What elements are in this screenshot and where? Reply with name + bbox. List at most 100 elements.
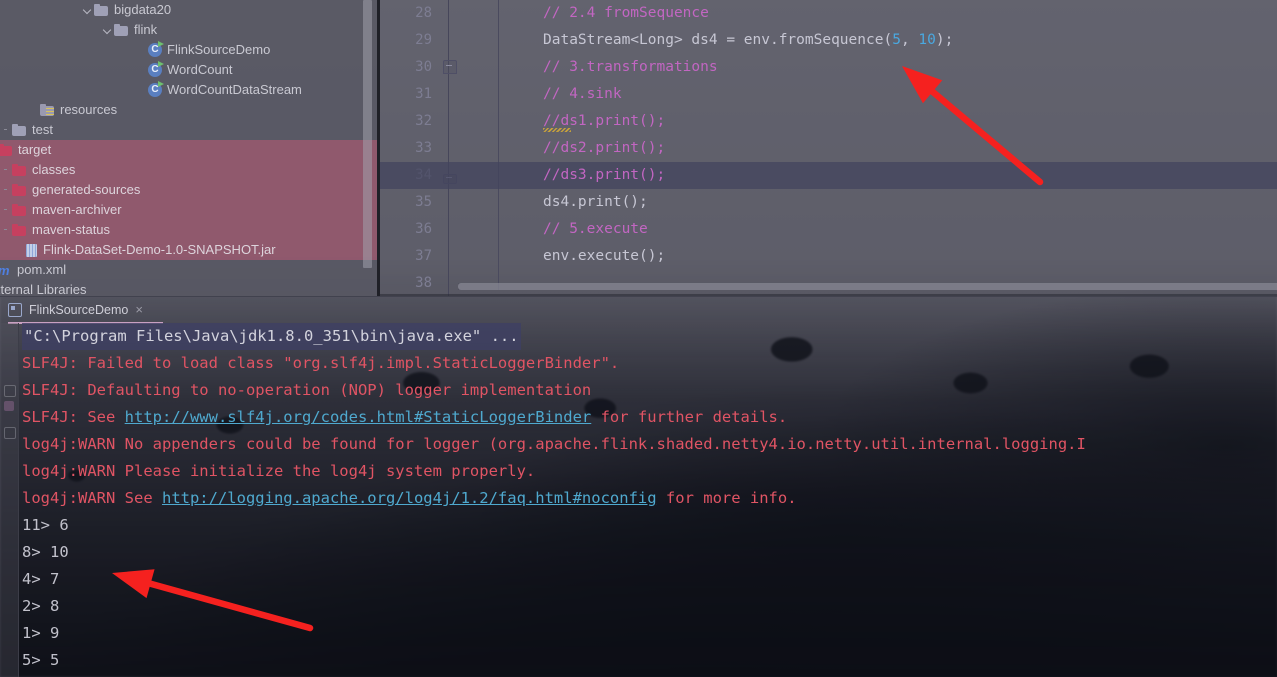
close-icon[interactable]: × — [135, 303, 143, 316]
console-error-text: log4j:WARN Please initialize the log4j s… — [22, 462, 536, 480]
code-token: 5 — [892, 32, 901, 48]
resources-folder-icon — [40, 103, 55, 117]
console-line: SLF4J: Defaulting to no-operation (NOP) … — [22, 377, 1277, 404]
code-line-28[interactable]: // 2.4 fromSequence — [380, 0, 1277, 27]
tree-item-flinksourcedemo[interactable]: C FlinkSourceDemo — [0, 40, 380, 60]
console-error-text: log4j:WARN No appenders could be found f… — [22, 435, 1086, 453]
java-class-icon: C — [148, 41, 164, 57]
tree-item-resources[interactable]: resources — [0, 100, 380, 120]
code-line-34[interactable]: //ds3.print(); — [380, 162, 1277, 189]
maven-icon: m — [0, 264, 11, 277]
console-line: "C:\Program Files\Java\jdk1.8.0_351\bin\… — [22, 323, 1277, 350]
tree-connector-icon — [0, 160, 12, 180]
tree-item-pom-xml[interactable]: m pom.xml — [0, 260, 380, 280]
code-line-33[interactable]: //ds2.print(); — [380, 135, 1277, 162]
code-token: , — [900, 32, 919, 48]
code-token: // 3.transformations — [543, 59, 718, 75]
console-side-toolbar[interactable] — [0, 323, 18, 677]
tree-connector-icon — [0, 220, 12, 240]
rerun-icon[interactable] — [4, 385, 16, 397]
console-line: 2> 8 — [22, 593, 1277, 620]
resources-marker — [46, 107, 54, 116]
console-hyperlink[interactable]: http://www.slf4j.org/codes.html#StaticLo… — [125, 408, 592, 426]
console-output-text: 1> 9 — [22, 624, 60, 642]
code-line-30[interactable]: // 3.transformations — [380, 54, 1277, 81]
folder-icon — [12, 203, 27, 217]
code-line-35[interactable]: ds4.print(); — [380, 189, 1277, 216]
project-tool-window[interactable]: bigdata20 flink C FlinkSourceDemo C WordCount… — [0, 0, 380, 296]
tree-item-wordcountdatastream[interactable]: C WordCountDataStream — [0, 80, 380, 100]
run-marker-icon — [158, 41, 164, 47]
code-text-area[interactable]: // 2.4 fromSequence DataStream<Long> ds4 … — [380, 0, 1277, 296]
code-line-31[interactable]: // 4.sink — [380, 81, 1277, 108]
tree-item-label: xternal Libraries — [0, 282, 87, 296]
tree-item-flink-dataset-demo-1-0-snapshot-jar[interactable]: Flink-DataSet-Demo-1.0-SNAPSHOT.jar — [0, 240, 380, 260]
tree-item-maven-archiver[interactable]: maven-archiver — [0, 200, 380, 220]
run-configuration-icon — [8, 303, 22, 317]
folder-icon — [12, 163, 27, 177]
run-marker-icon — [158, 61, 164, 67]
code-token: ds4.print(); — [543, 194, 648, 210]
console-hyperlink[interactable]: http://logging.apache.org/log4j/1.2/faq.… — [162, 489, 657, 507]
tree-item-test[interactable]: test — [0, 120, 380, 140]
tree-item-label: FlinkSourceDemo — [167, 42, 271, 57]
tree-item-classes[interactable]: classes — [0, 160, 380, 180]
folder-icon — [94, 3, 109, 17]
soft-wrap-icon[interactable] — [4, 427, 16, 439]
console-line: log4j:WARN No appenders could be found f… — [22, 431, 1277, 458]
tree-item-target[interactable]: target — [0, 140, 380, 160]
console-command-line: "C:\Program Files\Java\jdk1.8.0_351\bin\… — [22, 323, 521, 350]
console-error-text: for more info. — [656, 489, 797, 507]
code-token: env.execute(); — [543, 248, 666, 264]
console-line: SLF4J: See http://www.slf4j.org/codes.ht… — [22, 404, 1277, 431]
tree-item-label: pom.xml — [17, 262, 67, 277]
code-token: ); — [935, 32, 954, 48]
console-tab-flinksourcedemo[interactable]: FlinkSourceDemo × — [8, 299, 143, 321]
tree-item-maven-status[interactable]: maven-status — [0, 220, 380, 240]
console-output[interactable]: "C:\Program Files\Java\jdk1.8.0_351\bin\… — [22, 323, 1277, 677]
code-line-32[interactable]: //ds1.print(); — [380, 108, 1277, 135]
folder-icon — [12, 183, 27, 197]
tree-item-label: WordCount — [167, 62, 233, 77]
code-line-29[interactable]: DataStream<Long> ds4 = env.fromSequence(… — [380, 27, 1277, 54]
tree-editor-divider[interactable] — [377, 0, 380, 296]
project-tree-scrollbar-thumb[interactable] — [363, 0, 372, 268]
tree-item-label: maven-archiver — [32, 202, 122, 217]
code-line-36[interactable]: // 5.execute — [380, 216, 1277, 243]
project-tree-scrollbar-track[interactable] — [363, 0, 376, 296]
editor-hscrollbar-thumb[interactable] — [458, 283, 1277, 290]
console-line: log4j:WARN See http://logging.apache.org… — [22, 485, 1277, 512]
tree-item-label: resources — [60, 102, 118, 117]
console-tab-bar[interactable]: FlinkSourceDemo × — [0, 297, 1277, 324]
console-error-text: SLF4J: Failed to load class "org.slf4j.i… — [22, 354, 620, 372]
console-tab-label: FlinkSourceDemo — [29, 303, 129, 317]
tree-item-label: Flink-DataSet-Demo-1.0-SNAPSHOT.jar — [43, 242, 276, 257]
console-output-text: 2> 8 — [22, 597, 60, 615]
console-error-text: SLF4J: See — [22, 408, 125, 426]
tree-item-xternal-libraries[interactable]: xternal Libraries — [0, 280, 380, 296]
console-output-text: 11> 6 — [22, 516, 69, 534]
console-error-text: SLF4J: Defaulting to no-operation (NOP) … — [22, 381, 592, 399]
tree-connector-icon — [0, 200, 12, 220]
stop-icon[interactable] — [4, 401, 14, 411]
console-line: log4j:WARN Please initialize the log4j s… — [22, 458, 1277, 485]
folder-icon — [0, 143, 13, 157]
tree-item-wordcount[interactable]: C WordCount — [0, 60, 380, 80]
chevron-down-icon[interactable] — [82, 0, 94, 20]
console-output-text: 5> 5 — [22, 651, 60, 669]
code-line-37[interactable]: env.execute(); — [380, 243, 1277, 270]
console-line: 1> 9 — [22, 620, 1277, 647]
tree-item-generated-sources[interactable]: generated-sources — [0, 180, 380, 200]
code-editor-pane[interactable]: 2829303132333435363738 // 2.4 fromSequen… — [380, 0, 1277, 296]
tree-item-label: generated-sources — [32, 182, 141, 197]
console-error-text: log4j:WARN See — [22, 489, 162, 507]
console-body[interactable]: "C:\Program Files\Java\jdk1.8.0_351\bin\… — [0, 323, 1277, 677]
console-line: SLF4J: Failed to load class "org.slf4j.i… — [22, 350, 1277, 377]
java-class-icon: C — [148, 61, 164, 77]
tree-item-flink[interactable]: flink — [0, 20, 380, 40]
run-tool-window[interactable]: FlinkSourceDemo × "C:\Program Files\Java… — [0, 296, 1277, 677]
chevron-down-icon[interactable] — [102, 20, 114, 40]
tree-item-bigdata20[interactable]: bigdata20 — [0, 0, 380, 20]
